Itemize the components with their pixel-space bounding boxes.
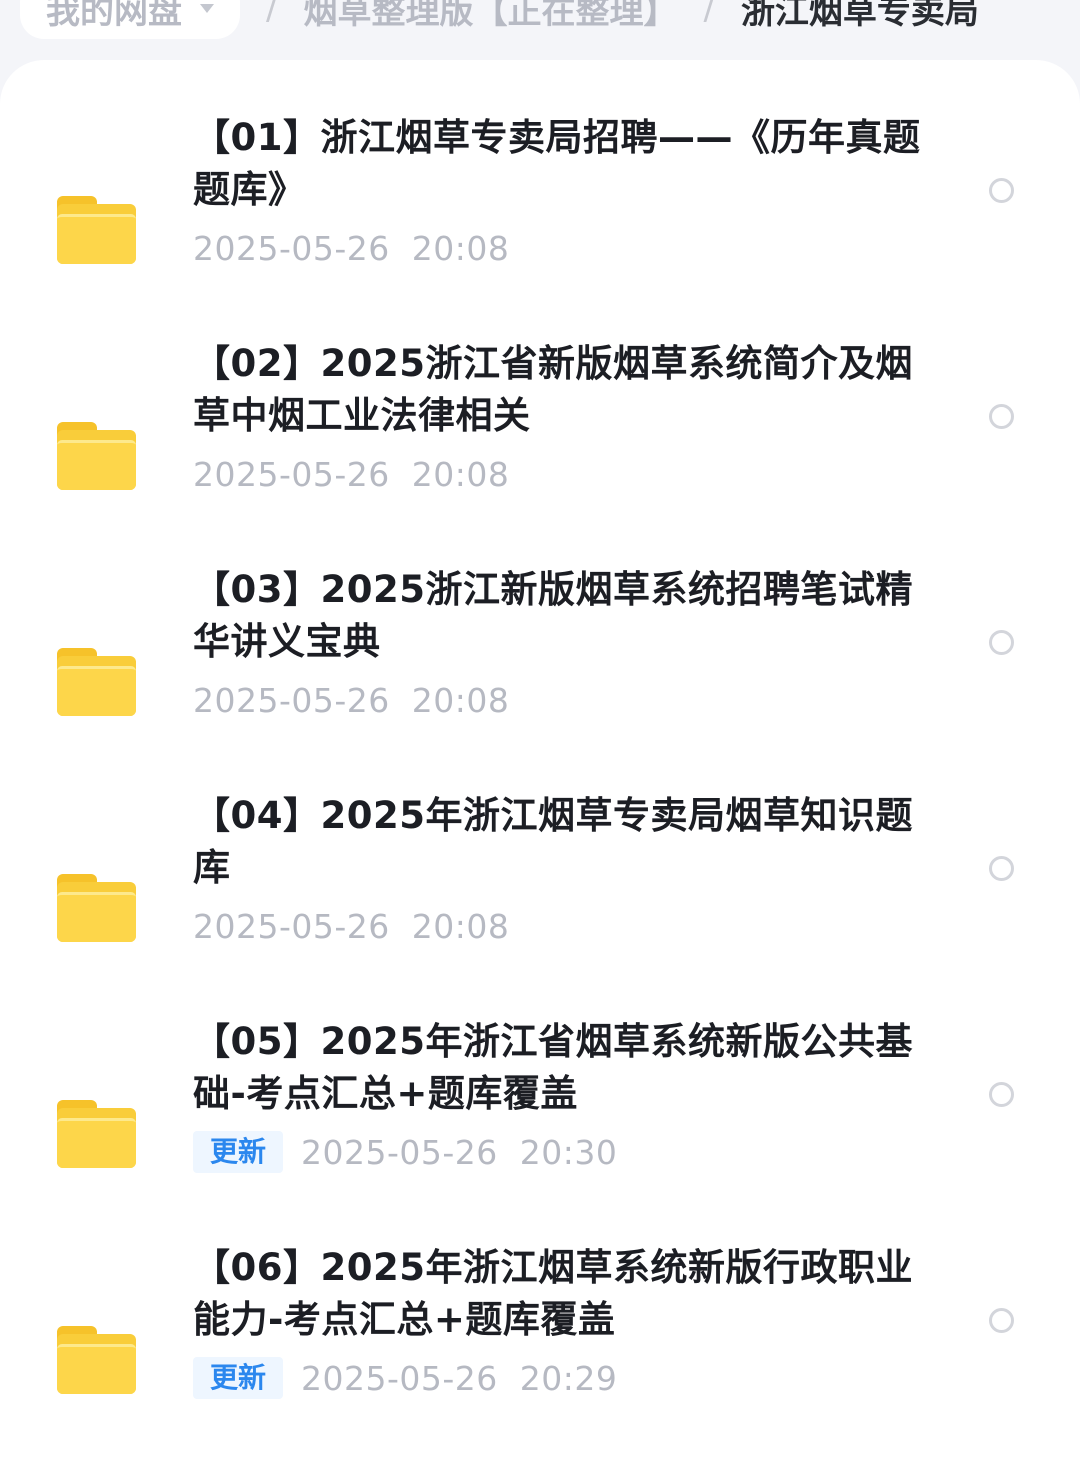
- file-row[interactable]: 【02】2025浙江省新版烟草系统简介及烟草中烟工业法律相关 2025-05-2…: [0, 326, 1080, 552]
- radio-circle-icon[interactable]: [989, 1308, 1014, 1333]
- file-date: 2025-05-26 20:30: [301, 1132, 618, 1172]
- folder-icon: [57, 422, 136, 490]
- radio-circle-icon[interactable]: [989, 856, 1014, 881]
- file-date: 2025-05-26 20:08: [193, 454, 510, 494]
- radio-circle-icon[interactable]: [989, 630, 1014, 655]
- breadcrumb-current: 浙江烟草专卖局: [740, 0, 979, 32]
- file-date: 2025-05-26 20:08: [193, 228, 510, 268]
- file-meta: 2025-05-26 20:08: [193, 226, 509, 270]
- radio-circle-icon[interactable]: [989, 404, 1014, 429]
- file-meta: 2025-05-26 20:08: [193, 904, 509, 948]
- breadcrumb-root[interactable]: 我的网盘: [20, 0, 240, 39]
- breadcrumb-separator: /: [703, 0, 715, 28]
- file-title: 【01】浙江烟草专卖局招聘——《历年真题题库》: [193, 116, 921, 211]
- file-row[interactable]: 【04】2025年浙江烟草专卖局烟草知识题库 2025-05-26 20:08: [0, 778, 1080, 1004]
- file-title: 【03】2025浙江新版烟草系统招聘笔试精华讲义宝典: [193, 568, 913, 663]
- file-meta: 更新 2025-05-26 20:29: [193, 1356, 617, 1400]
- radio-circle-icon[interactable]: [989, 1082, 1014, 1107]
- file-meta: 2025-05-26 20:08: [193, 452, 509, 496]
- file-row[interactable]: 【05】2025年浙江省烟草系统新版公共基础-考点汇总+题库覆盖 更新 2025…: [0, 1004, 1080, 1230]
- folder-icon: [57, 648, 136, 716]
- file-row[interactable]: 【01】浙江烟草专卖局招聘——《历年真题题库》 2025-05-26 20:08: [0, 100, 1080, 326]
- file-row[interactable]: 【06】2025年浙江烟草系统新版行政职业能力-考点汇总+题库覆盖 更新 202…: [0, 1230, 1080, 1456]
- folder-icon: [57, 1326, 136, 1394]
- caret-down-icon: [200, 3, 214, 13]
- breadcrumb-middle[interactable]: 烟草整理版【正在整理】: [303, 0, 677, 33]
- file-title: 【05】2025年浙江省烟草系统新版公共基础-考点汇总+题库覆盖: [193, 1020, 913, 1115]
- file-date: 2025-05-26 20:08: [193, 680, 510, 720]
- file-date: 2025-05-26 20:08: [193, 906, 510, 946]
- update-badge: 更新: [193, 1131, 284, 1173]
- file-meta: 更新 2025-05-26 20:30: [193, 1130, 617, 1174]
- folder-icon: [57, 196, 136, 264]
- file-list: 【01】浙江烟草专卖局招聘——《历年真题题库》 2025-05-26 20:08…: [0, 60, 1080, 1460]
- update-badge: 更新: [193, 1357, 284, 1399]
- file-title: 【06】2025年浙江烟草系统新版行政职业能力-考点汇总+题库覆盖: [193, 1246, 913, 1341]
- folder-icon: [57, 1100, 136, 1168]
- breadcrumb: 我的网盘 / 烟草整理版【正在整理】 / 浙江烟草专卖局: [0, 0, 1080, 39]
- radio-circle-icon[interactable]: [989, 178, 1014, 203]
- breadcrumb-separator: /: [266, 0, 278, 28]
- file-meta: 2025-05-26 20:08: [193, 678, 509, 722]
- file-date: 2025-05-26 20:29: [301, 1358, 618, 1398]
- breadcrumb-root-label: 我的网盘: [46, 0, 182, 32]
- folder-icon: [57, 874, 136, 942]
- file-title: 【02】2025浙江省新版烟草系统简介及烟草中烟工业法律相关: [193, 342, 913, 437]
- file-row[interactable]: 【03】2025浙江新版烟草系统招聘笔试精华讲义宝典 2025-05-26 20…: [0, 552, 1080, 778]
- file-title: 【04】2025年浙江烟草专卖局烟草知识题库: [193, 794, 913, 889]
